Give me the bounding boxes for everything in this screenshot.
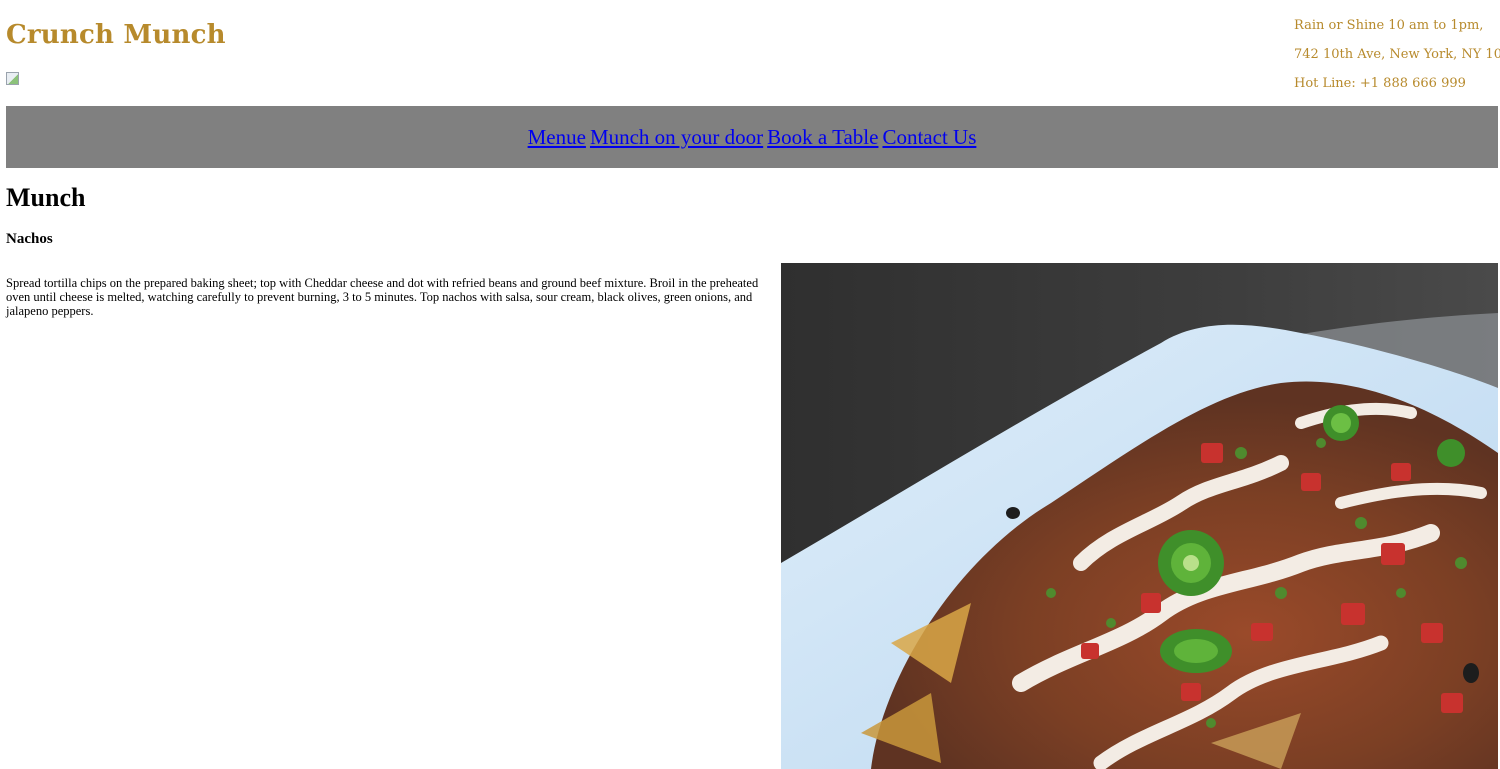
brand-title: Crunch Munch (6, 20, 226, 50)
nav-link-munch-on-your-door[interactable]: Munch on your door (590, 125, 763, 150)
nachos-photo (781, 263, 1498, 769)
nav-link-book-a-table[interactable]: Book a Table (767, 125, 878, 150)
nav-link-contact-us[interactable]: Contact Us (882, 125, 976, 150)
broken-image-icon (6, 72, 19, 85)
nav-link-menue[interactable]: Menue (528, 125, 586, 150)
item-title: Nachos (6, 231, 53, 247)
contact-info: Rain or Shine 10 am to 1pm, 742 10th Ave… (1294, 16, 1500, 103)
section-title: Munch (6, 183, 86, 212)
hotline: Hot Line: +1 888 666 999 (1294, 76, 1466, 91)
opening-hours: Rain or Shine 10 am to 1pm, (1294, 18, 1484, 33)
main-nav: Menue Munch on your door Book a Table Co… (6, 106, 1498, 168)
item-description: Spread tortilla chips on the prepared ba… (6, 276, 759, 318)
address: 742 10th Ave, New York, NY 10019 (1294, 47, 1500, 62)
